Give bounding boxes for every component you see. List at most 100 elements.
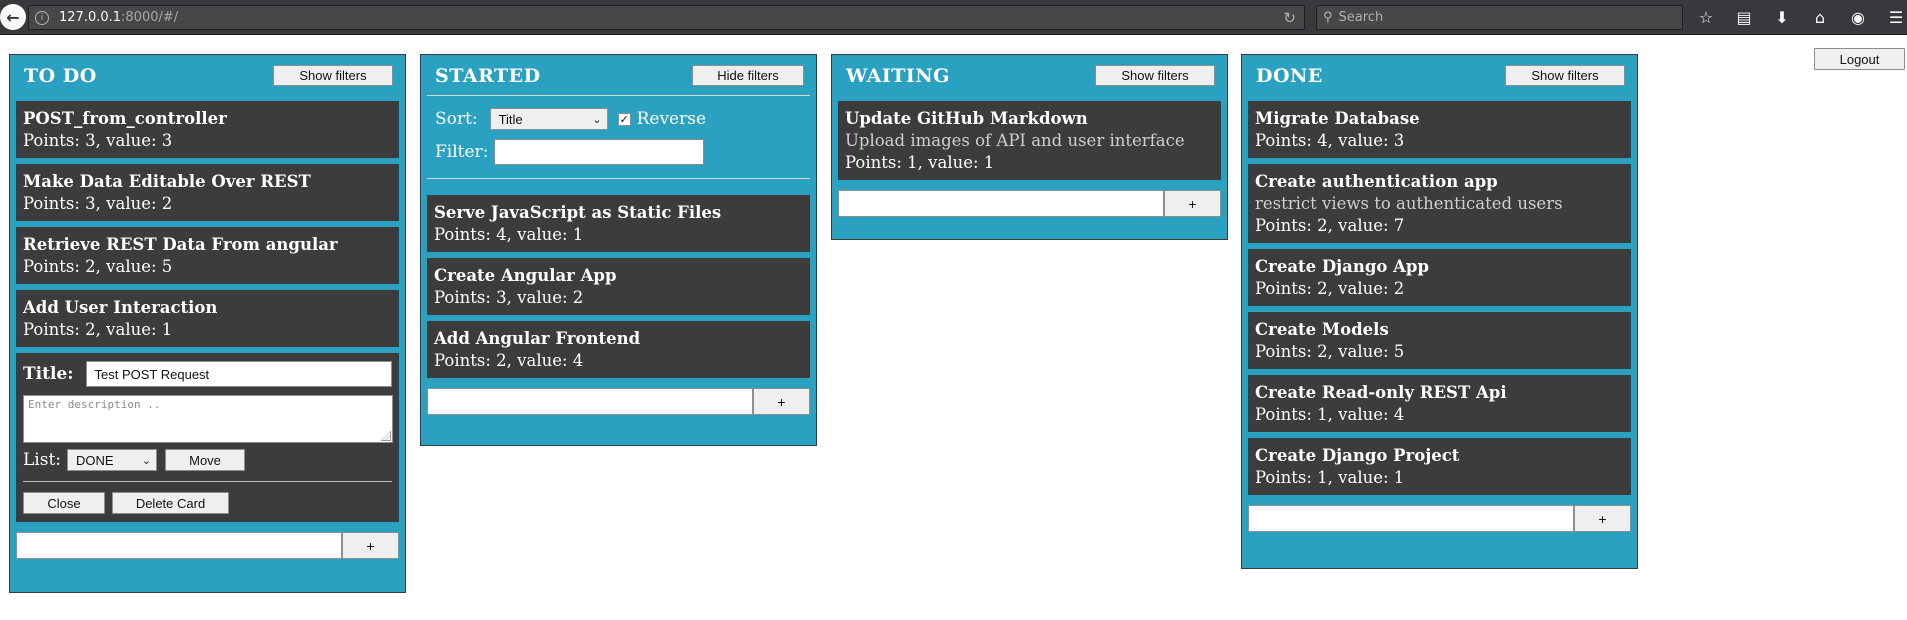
card[interactable]: Retrieve REST Data From angular Points: … <box>16 227 399 284</box>
card-meta: Points: 2, value: 5 <box>23 257 173 276</box>
reverse-label: Reverse <box>636 109 707 129</box>
card-title: Migrate Database <box>1255 109 1420 128</box>
card-title: Retrieve REST Data From angular <box>23 235 338 254</box>
add-card-row: + <box>16 532 399 559</box>
browser-tool-icons: ☆ ▤ ⬇ ⌂ ◉ ☰ <box>1695 6 1907 28</box>
show-filters-button[interactable]: Show filters <box>1095 65 1215 86</box>
card[interactable]: Add User Interaction Points: 2, value: 1 <box>16 290 399 347</box>
list-label: List: <box>23 450 62 470</box>
card-title: Serve JavaScript as Static Files <box>434 203 722 222</box>
show-filters-button[interactable]: Show filters <box>273 65 393 86</box>
title-input[interactable]: Test POST Request <box>85 361 392 387</box>
card[interactable]: Add Angular Frontend Points: 2, value: 4 <box>427 321 810 378</box>
list-row: List: DONE ⌄ Move <box>23 449 392 471</box>
column-header: WAITING Show filters <box>838 55 1221 101</box>
reading-list-icon[interactable]: ▤ <box>1733 6 1755 28</box>
card-title: Create Django Project <box>1255 446 1460 465</box>
card-meta: Points: 2, value: 7 <box>1255 216 1405 235</box>
add-card-row: + <box>427 388 810 415</box>
info-icon[interactable]: i <box>35 10 49 25</box>
filter-label: Filter: <box>435 142 489 162</box>
bookmark-star-icon[interactable]: ☆ <box>1695 6 1717 28</box>
card-meta: Points: 2, value: 1 <box>23 320 173 339</box>
card-title: Create Angular App <box>434 266 617 285</box>
card[interactable]: Migrate Database Points: 4, value: 3 <box>1248 101 1631 158</box>
show-filters-button[interactable]: Show filters <box>1505 65 1625 86</box>
list-select[interactable]: DONE ⌄ <box>67 449 158 471</box>
list-select-value: DONE <box>76 452 114 468</box>
new-card-input[interactable] <box>16 532 342 559</box>
add-card-row: + <box>838 190 1221 217</box>
logout-button[interactable]: Logout <box>1814 48 1905 70</box>
description-textarea[interactable]: Enter description .. <box>23 395 393 443</box>
reverse-checkbox[interactable]: ✓ <box>617 112 631 126</box>
chevron-down-icon: ⌄ <box>592 113 602 126</box>
action-row: Close Delete Card <box>23 492 392 514</box>
card[interactable]: POST_from_controller Points: 3, value: 3 <box>16 101 399 158</box>
card-meta: Points: 2, value: 2 <box>1255 279 1405 298</box>
card-title: Create authentication app <box>1255 172 1498 191</box>
card[interactable]: Make Data Editable Over REST Points: 3, … <box>16 164 399 221</box>
card-title: Make Data Editable Over REST <box>23 172 311 191</box>
column-done: DONE Show filters Migrate Database Point… <box>1241 54 1638 569</box>
card-meta: Points: 1, value: 1 <box>1255 468 1405 487</box>
column-title: TO DO <box>24 65 97 87</box>
move-button[interactable]: Move <box>165 449 246 471</box>
title-row: Title: Test POST Request <box>23 361 392 387</box>
home-icon[interactable]: ⌂ <box>1809 6 1831 28</box>
close-button[interactable]: Close <box>23 492 105 514</box>
filter-row: Filter: <box>435 139 802 165</box>
column-title: DONE <box>1256 65 1323 87</box>
reload-icon[interactable]: ↻ <box>1283 9 1296 27</box>
card-title: Create Read-only REST Api <box>1255 383 1507 402</box>
add-card-button[interactable]: + <box>342 532 399 559</box>
card-meta: Points: 4, value: 3 <box>1255 131 1405 150</box>
browser-toolbar: ← i 127.0.0.1:8000/#/ ↻ ⚲ Search ☆ ▤ ⬇ ⌂… <box>0 0 1907 35</box>
card[interactable]: Create Angular App Points: 3, value: 2 <box>427 258 810 315</box>
filter-input[interactable] <box>494 139 705 165</box>
search-icon: ⚲ <box>1323 10 1333 25</box>
sort-select[interactable]: Title ⌄ <box>489 108 608 130</box>
search-placeholder: Search <box>1338 10 1384 25</box>
card[interactable]: Update GitHub Markdown Upload images of … <box>838 101 1221 180</box>
address-bar[interactable]: i 127.0.0.1:8000/#/ ↻ <box>28 5 1305 30</box>
pocket-icon[interactable]: ◉ <box>1847 6 1869 28</box>
card-meta: Points: 3, value: 2 <box>434 288 584 307</box>
resize-grip-icon[interactable] <box>381 431 391 441</box>
hide-filters-button[interactable]: Hide filters <box>692 65 804 86</box>
filters-panel: Sort: Title ⌄ ✓ Reverse Filter: <box>427 96 810 165</box>
column-header: TO DO Show filters <box>16 55 399 101</box>
card[interactable]: Create Models Points: 2, value: 5 <box>1248 312 1631 369</box>
card-meta: Points: 1, value: 1 <box>845 153 995 172</box>
add-card-button[interactable]: + <box>1574 505 1631 532</box>
browser-search-input[interactable]: ⚲ Search <box>1316 5 1683 30</box>
download-icon[interactable]: ⬇ <box>1771 6 1793 28</box>
menu-icon[interactable]: ☰ <box>1885 6 1907 28</box>
card[interactable]: Serve JavaScript as Static Files Points:… <box>427 195 810 252</box>
card-title: Add User Interaction <box>23 298 218 317</box>
card[interactable]: Create Read-only REST Api Points: 1, val… <box>1248 375 1631 432</box>
delete-card-button[interactable]: Delete Card <box>112 492 229 514</box>
new-card-input[interactable] <box>1248 505 1574 532</box>
card-title: Create Models <box>1255 320 1389 339</box>
chevron-down-icon: ⌄ <box>141 454 152 467</box>
card[interactable]: Create Django Project Points: 1, value: … <box>1248 438 1631 495</box>
divider <box>23 481 392 482</box>
new-card-input[interactable] <box>427 388 753 415</box>
edit-card-form: Title: Test POST Request Enter descripti… <box>16 353 399 522</box>
column-started: STARTED Hide filters Sort: Title ⌄ ✓ Rev… <box>420 54 817 446</box>
divider <box>427 178 810 179</box>
add-card-button[interactable]: + <box>1164 190 1221 217</box>
column-title: STARTED <box>435 65 541 87</box>
description-placeholder: Enter description .. <box>28 398 161 411</box>
back-arrow-icon[interactable]: ← <box>0 4 26 30</box>
column-header: STARTED Hide filters <box>427 55 810 101</box>
sort-select-value: Title <box>498 111 523 127</box>
url-text: 127.0.0.1:8000/#/ <box>59 10 179 25</box>
card-description: restrict views to authenticated users <box>1255 194 1563 213</box>
card-title: Update GitHub Markdown <box>845 109 1088 128</box>
new-card-input[interactable] <box>838 190 1164 217</box>
card[interactable]: Create authentication app restrict views… <box>1248 164 1631 243</box>
add-card-button[interactable]: + <box>753 388 810 415</box>
card[interactable]: Create Django App Points: 2, value: 2 <box>1248 249 1631 306</box>
